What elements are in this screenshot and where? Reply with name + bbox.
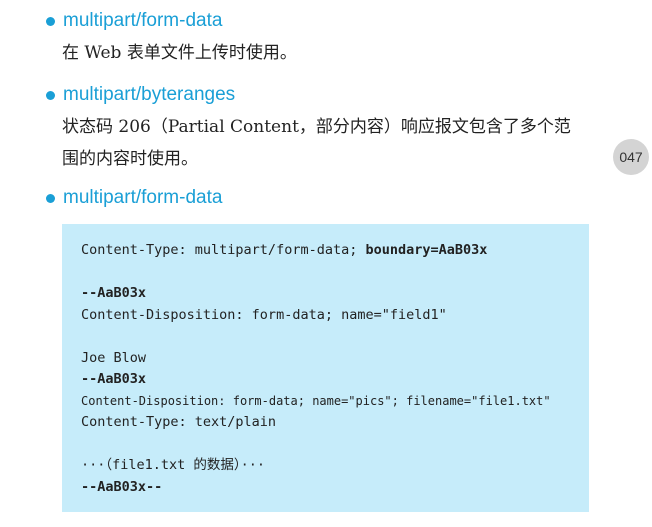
description-line: 在 Web 表单文件上传时使用。 — [62, 43, 297, 63]
code-line: Content-Type: multipart/form-data; bound… — [81, 240, 589, 262]
code-line: Joe Blow — [81, 349, 147, 366]
item-title: multipart/form-data — [63, 10, 223, 31]
code-example-block: Content-Type: multipart/form-data; bound… — [62, 224, 589, 512]
item-title: multipart/byteranges — [63, 84, 236, 105]
bullet-icon — [46, 193, 55, 203]
bullet-icon — [46, 16, 55, 26]
item-description: 状态码 206（Partial Content，部分内容）响应报文包含了多个范 … — [62, 111, 571, 175]
code-boundary-end-line: --AaB03x-- — [81, 478, 163, 495]
code-boundary-param: boundary=AaB03x — [365, 242, 488, 258]
code-line: Content-Disposition: form-data; name="fi… — [81, 306, 447, 323]
code-line: Content-Disposition: form-data; name="pi… — [81, 393, 551, 408]
code-boundary-line: --AaB03x — [81, 285, 147, 301]
description-line: 状态码 206（Partial Content，部分内容）响应报文包含了多个范 — [62, 117, 571, 137]
bullet-icon — [46, 90, 55, 100]
code-boundary-line: --AaB03x — [81, 371, 147, 387]
item-description: 在 Web 表单文件上传时使用。 — [62, 37, 297, 69]
list-item-byteranges: multipart/byteranges — [46, 83, 235, 107]
list-item-form-data: multipart/form-data — [46, 9, 222, 33]
code-text: Content-Type: multipart/form-data; — [81, 242, 366, 258]
code-line: ···（file1.txt 的数据）··· — [81, 457, 266, 473]
item-title: multipart/form-data — [63, 187, 223, 208]
list-item-form-data-example: multipart/form-data — [46, 186, 222, 210]
description-line: 围的内容时使用。 — [62, 149, 198, 169]
page-number-badge: 047 — [613, 139, 649, 175]
code-line: Content-Type: text/plain — [81, 414, 277, 430]
